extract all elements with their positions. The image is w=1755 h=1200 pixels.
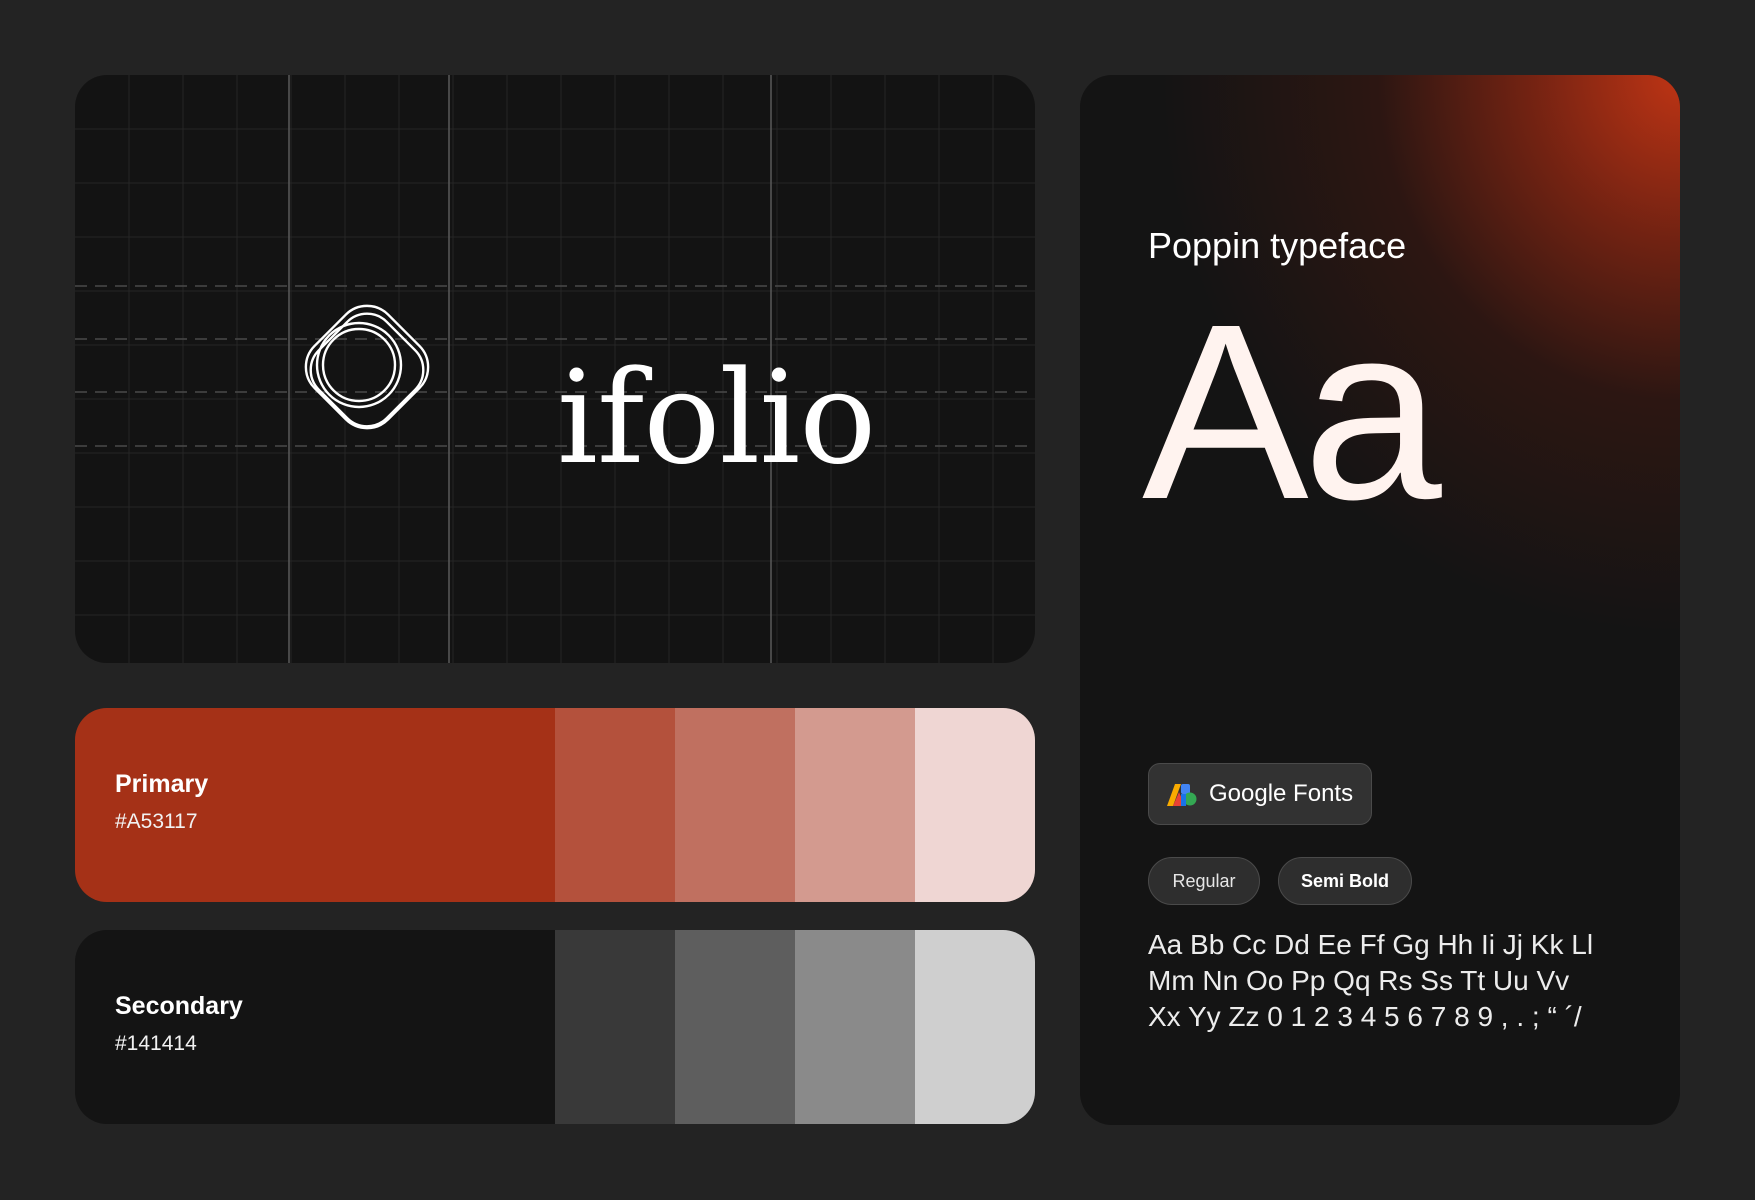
swatch-hex: #141414 [115, 1032, 197, 1055]
primary-palette: Primary #A53117 [75, 708, 1035, 902]
character-set: Aa Bb Cc Dd Ee Ff Gg Hh Ii Jj Kk Ll Mm N… [1148, 927, 1593, 1035]
type-specimen: Aa [1142, 272, 1442, 551]
swatch-hex: #A53117 [115, 810, 198, 833]
secondary-shade-4 [915, 930, 1035, 1124]
charset-line: Mm Nn Oo Pp Qq Rs Ss Tt Uu Vv [1148, 965, 1570, 996]
secondary-shade-3 [795, 930, 915, 1124]
secondary-swatch: Secondary #141414 [75, 930, 555, 1124]
charset-line: Xx Yy Zz 0 1 2 3 4 5 6 7 8 9 , . ; “ ´/ [1148, 1001, 1582, 1032]
charset-line: Aa Bb Cc Dd Ee Ff Gg Hh Ii Jj Kk Ll [1148, 929, 1594, 960]
secondary-shade-2 [675, 930, 795, 1124]
primary-shade-3 [795, 708, 915, 902]
construction-grid [75, 75, 1035, 663]
swatch-name: Primary [115, 770, 209, 798]
google-fonts-icon [1167, 784, 1197, 806]
primary-shade-2 [675, 708, 795, 902]
google-fonts-button[interactable]: Google Fonts [1148, 763, 1372, 825]
typeface-title: Poppin typeface [1148, 225, 1407, 266]
wordmark: ifolio [557, 344, 876, 493]
secondary-shade-1 [555, 930, 675, 1124]
google-fonts-label: Google Fonts [1209, 780, 1354, 807]
primary-swatch: Primary #A53117 [75, 708, 555, 902]
typography-card: Poppin typeface Aa Google Fonts Regular … [1080, 75, 1680, 1125]
logo-grid-card: ifolio [75, 75, 1035, 663]
weight-regular-pill[interactable]: Regular [1148, 857, 1260, 905]
primary-shade-1 [555, 708, 675, 902]
primary-shade-4 [915, 708, 1035, 902]
swatch-name: Secondary [115, 992, 243, 1020]
secondary-palette: Secondary #141414 [75, 930, 1035, 1124]
weight-semibold-pill[interactable]: Semi Bold [1278, 857, 1412, 905]
concentric-rings-rounded-diamond-icon [304, 304, 430, 430]
